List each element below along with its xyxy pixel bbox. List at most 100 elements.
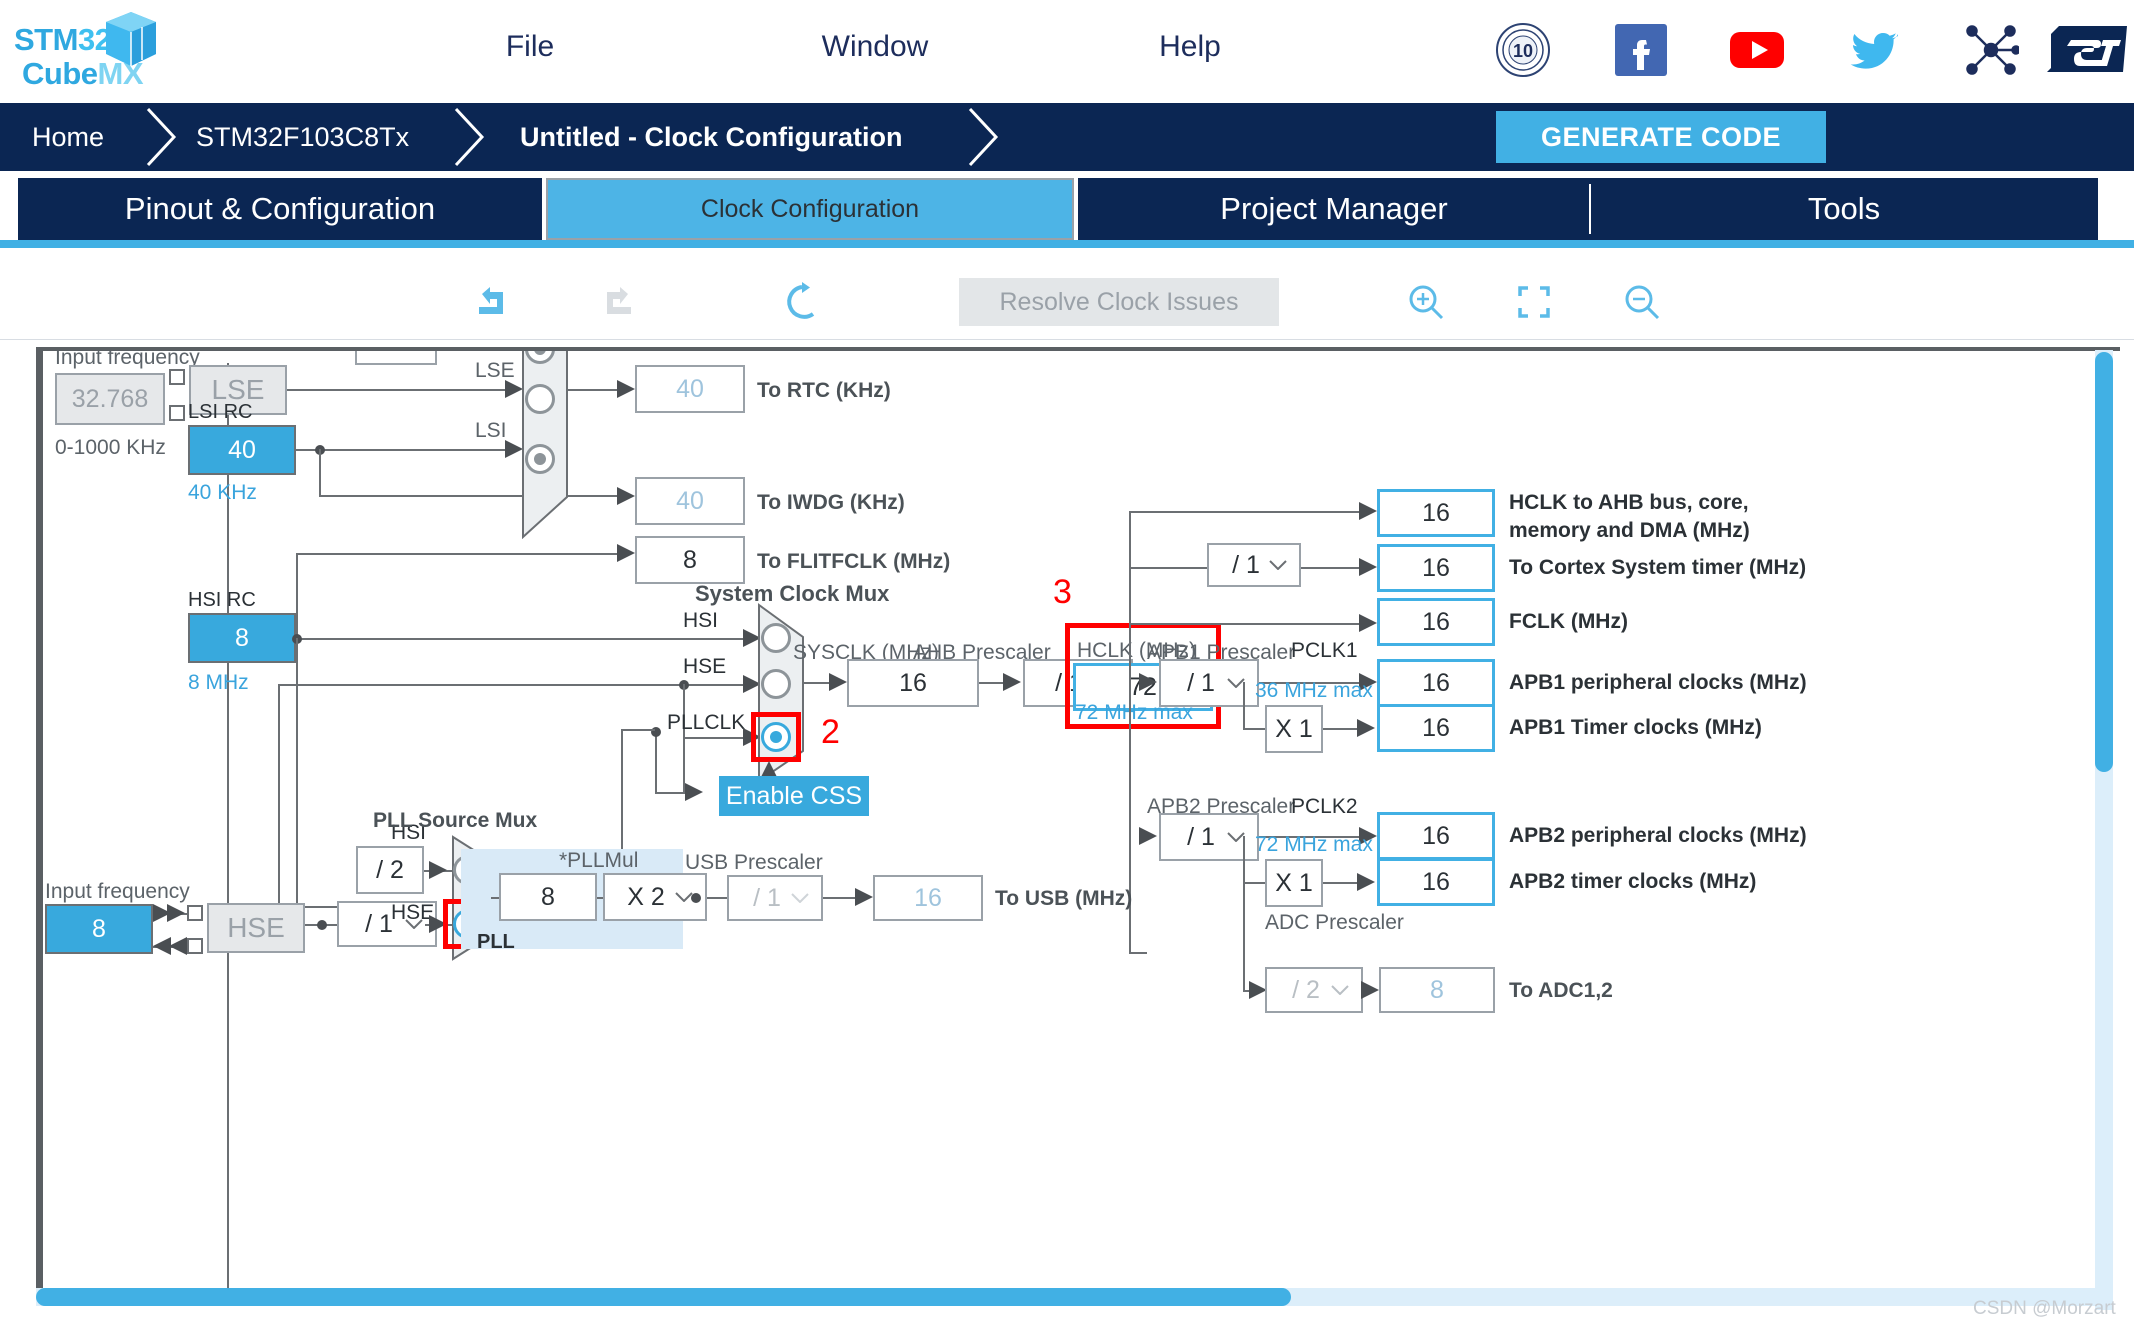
breadcrumb-item-current[interactable]: Untitled - Clock Configuration xyxy=(520,103,902,171)
horizontal-scrollbar-thumb[interactable] xyxy=(36,1288,1291,1306)
annotation-number-3: 3 xyxy=(1053,573,1072,611)
vertical-scrollbar-thumb[interactable] xyxy=(2095,352,2113,772)
to-rtc-label: To RTC (KHz) xyxy=(757,379,891,402)
apb2-timer-multiplier-field: X 1 xyxy=(1265,859,1323,907)
system-clock-mux-hsi-radio[interactable] xyxy=(761,623,791,653)
hse-pin-bottom xyxy=(187,938,203,954)
breadcrumb-separator-icon xyxy=(968,107,999,167)
to-flitfclk-field: 8 xyxy=(635,536,745,584)
apb2-prescaler-value: / 1 xyxy=(1187,822,1215,851)
lse-input-frequency-label: Input frequency xyxy=(55,347,200,369)
to-flitfclk-label: To FLITFCLK (MHz) xyxy=(757,550,951,573)
zoom-out-icon[interactable] xyxy=(1620,280,1664,324)
apb1-prescaler-value: / 1 xyxy=(1187,668,1215,697)
apb1-peripheral-field: 16 xyxy=(1377,659,1495,707)
css-feed-vertical xyxy=(655,731,657,793)
tab-bar: Pinout & Configuration Clock Configurati… xyxy=(0,178,2134,240)
cube-icon xyxy=(106,12,156,66)
undo-icon[interactable] xyxy=(470,280,514,324)
apb2-timer-field: 16 xyxy=(1377,858,1495,906)
arrow-icon xyxy=(1359,558,1377,576)
breadcrumb-item-device[interactable]: STM32F103C8Tx xyxy=(196,103,409,171)
pclk2-label: PCLK2 xyxy=(1291,795,1358,818)
apb2-timer-branch-vertical xyxy=(1243,836,1245,884)
menu-file[interactable]: File xyxy=(470,30,590,74)
cortex-systick-label: To Cortex System timer (MHz) xyxy=(1509,556,1807,579)
rtc-clock-mux-body[interactable] xyxy=(521,347,571,539)
youtube-icon[interactable] xyxy=(1729,22,1785,78)
usb-prescaler-value: / 1 xyxy=(753,883,781,912)
to-adc-label: To ADC1,2 xyxy=(1509,979,1613,1002)
pll-zone-label: PLL xyxy=(477,931,515,953)
pllclk-to-sysmux-wire xyxy=(683,737,749,739)
lsi-rc-field[interactable]: 40 xyxy=(188,425,296,475)
breadcrumb-separator-icon xyxy=(454,107,485,167)
menu-window[interactable]: Window xyxy=(790,30,960,74)
arrow-icon xyxy=(1359,614,1377,632)
ten-years-badge-icon[interactable]: 10 xyxy=(1495,22,1551,78)
lsi-branch-down-wire xyxy=(319,449,321,497)
cortex-systick-prescaler-select[interactable]: / 1 xyxy=(1207,543,1301,587)
chevron-down-icon xyxy=(1331,985,1349,995)
generate-code-button[interactable]: GENERATE CODE xyxy=(1496,111,1826,163)
tab-project-manager[interactable]: Project Manager xyxy=(1078,178,1590,240)
breadcrumb-item-home[interactable]: Home xyxy=(32,103,104,171)
tab-divider xyxy=(1589,184,1591,234)
annotation-number-2: 2 xyxy=(821,713,840,751)
arrow-icon xyxy=(1359,502,1377,520)
hse-to-css-wire xyxy=(683,684,685,794)
hse-osc-block[interactable]: HSE xyxy=(207,903,305,953)
system-clock-mux-hse-radio[interactable] xyxy=(761,669,791,699)
twitter-icon[interactable] xyxy=(1846,22,1902,78)
chevron-down-icon xyxy=(791,893,809,903)
hse-input-frequency-field[interactable]: 8 xyxy=(45,904,153,954)
chevron-down-icon xyxy=(1269,560,1287,570)
tab-clock-configuration[interactable]: Clock Configuration xyxy=(546,178,1074,240)
rtc-mux-radio-lse[interactable] xyxy=(525,384,555,414)
arrow-icon xyxy=(829,673,847,691)
pllclk-feed-wire xyxy=(621,729,655,731)
arrow-icon xyxy=(685,783,703,801)
lse-input-frequency-field[interactable]: 32.768 xyxy=(55,373,165,425)
enable-css-button[interactable]: Enable CSS xyxy=(719,776,869,816)
arrow-icon xyxy=(1357,719,1375,737)
arrow-icon xyxy=(617,487,635,505)
reset-icon[interactable] xyxy=(780,280,824,324)
logo-cube: Cube xyxy=(22,56,98,91)
pclk1-label: PCLK1 xyxy=(1291,639,1358,662)
resolve-clock-issues-button[interactable]: Resolve Clock Issues xyxy=(959,278,1279,326)
menu-help[interactable]: Help xyxy=(1130,30,1250,74)
facebook-icon[interactable] xyxy=(1613,22,1669,78)
pll-out-dot xyxy=(691,893,701,903)
apb1-peripheral-label: APB1 peripheral clocks (MHz) xyxy=(1509,671,1807,694)
lsi-rc-label: LSI RC xyxy=(188,401,253,423)
ahb-branch-1-wire xyxy=(1129,511,1363,513)
sys-mux-input-label-pllclk: PLLCLK xyxy=(667,711,746,734)
arrow-icon xyxy=(429,861,447,879)
adc-branch-vertical xyxy=(1243,882,1245,992)
breadcrumb-separator-icon xyxy=(146,107,177,167)
clock-diagram-canvas[interactable]: Input frequency 32.768 0-1000 KHz LSE LS… xyxy=(36,347,2120,1292)
redo-icon[interactable] xyxy=(596,280,640,324)
adc-prescaler-select[interactable]: / 2 xyxy=(1265,967,1363,1013)
lsi-rc-sub-label: 40 KHz xyxy=(188,481,257,504)
hse-div128-field: / 128 xyxy=(355,351,437,365)
tab-pinout-configuration[interactable]: Pinout & Configuration xyxy=(18,178,542,240)
hse-input-frequency-label: Input frequency xyxy=(45,880,190,903)
fit-to-screen-icon[interactable] xyxy=(1512,280,1556,324)
apb2-timer-label: APB2 timer clocks (MHz) xyxy=(1509,870,1757,893)
apb2-feed-wire xyxy=(1129,952,1147,954)
zoom-in-icon[interactable] xyxy=(1404,280,1448,324)
rtc-mux-radio-lsi[interactable] xyxy=(525,444,555,474)
lse-pin-bottom xyxy=(169,405,185,421)
community-icon[interactable] xyxy=(1963,22,2019,78)
to-iwdg-label: To IWDG (KHz) xyxy=(757,491,905,514)
lse-to-mux-wire xyxy=(287,389,509,391)
tab-tools[interactable]: Tools xyxy=(1590,178,2098,240)
arrow-icon xyxy=(855,888,873,906)
adc-prescaler-title: ADC Prescaler xyxy=(1265,911,1404,934)
sysclk-field[interactable]: 16 xyxy=(847,659,979,707)
hsi-rc-field[interactable]: 8 xyxy=(188,613,296,663)
usb-prescaler-select[interactable]: / 1 xyxy=(727,875,823,921)
lsi-to-iwdg-wire xyxy=(319,495,619,497)
